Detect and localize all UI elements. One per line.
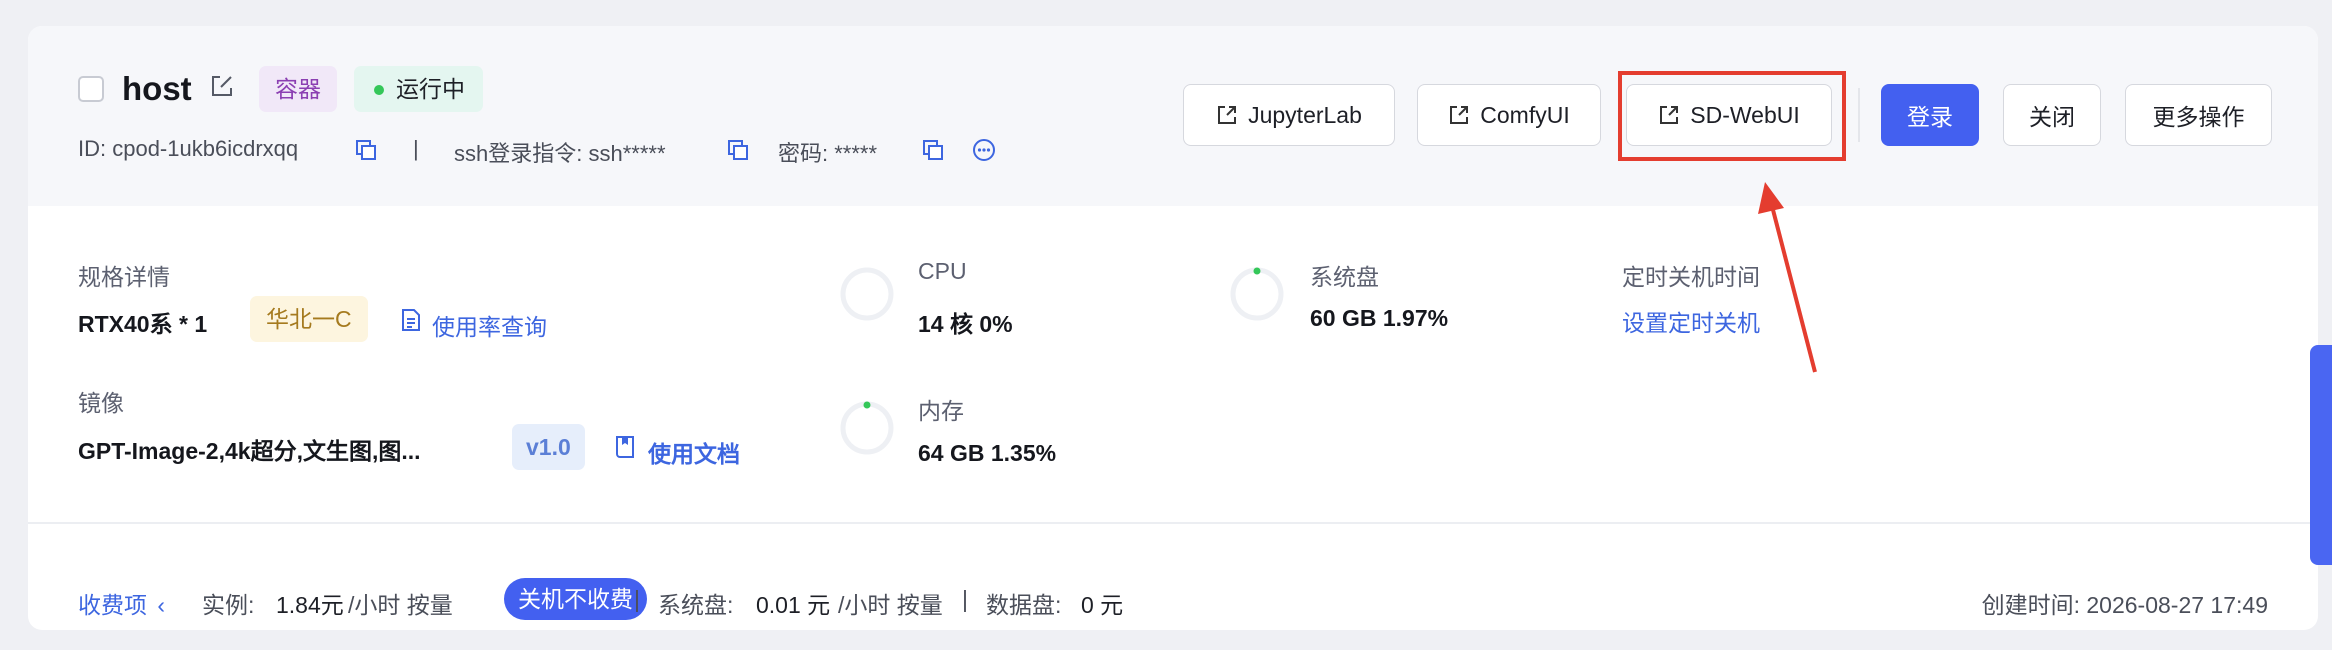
select-checkbox[interactable] <box>78 76 104 102</box>
external-link-icon <box>1450 106 1469 124</box>
more-actions-label: 更多操作 <box>2152 104 2245 130</box>
instance-name: host <box>122 70 192 107</box>
usage-query-link[interactable]: 使用率查询 <box>432 308 547 342</box>
status-dot <box>374 85 384 95</box>
login-button[interactable]: 登录 <box>1881 84 1979 146</box>
image-label: 镜像 <box>78 390 124 416</box>
billing-toggle[interactable]: 收费项 ‹ <box>78 586 165 620</box>
status-badge: 运行中 <box>354 66 483 112</box>
created-time: 创建时间: 2026-08-27 17:49 <box>1981 592 2268 618</box>
disk-usage-ring <box>1230 267 1284 321</box>
spec-label: 规格详情 <box>78 264 170 290</box>
footer-divider <box>28 522 2318 524</box>
toolbar-divider <box>1858 88 1860 142</box>
memory-value: 64 GB 1.35% <box>918 440 1057 466</box>
external-link-icon <box>1218 106 1237 124</box>
instance-price-label: 实例: <box>202 592 255 618</box>
meta-separator: | <box>413 136 419 161</box>
billing-separator-2: | <box>962 586 968 612</box>
shutdown-label: 定时关机时间 <box>1622 264 1760 290</box>
password: 密码: ***** <box>778 141 878 166</box>
image-value: GPT-Image-2,4k超分,文生图,图... <box>78 438 421 464</box>
data-disk-price-label: 数据盘: <box>986 592 1062 618</box>
book-icon <box>616 436 634 458</box>
instance-id: ID: cpod-1ukb6icdrxqq <box>78 136 299 161</box>
docs-link[interactable]: 使用文档 <box>648 435 740 469</box>
document-icon <box>402 309 420 331</box>
edit-icon[interactable] <box>208 72 236 100</box>
comfyui-button[interactable]: ComfyUI <box>1417 84 1601 146</box>
disk-price-label: 系统盘: <box>658 592 734 618</box>
chevron-left-icon: ‹ <box>157 592 166 618</box>
type-tag: 容器 <box>259 66 337 112</box>
region-tag: 华北一C <box>250 296 368 342</box>
memory-usage-ring <box>840 401 894 455</box>
disk-price: 0.01 元 <box>756 592 831 618</box>
instance-price: 1.84元 <box>276 592 344 618</box>
no-charge-when-off-badge: 关机不收费 <box>504 578 647 620</box>
copy-id-icon[interactable] <box>354 138 378 162</box>
cpu-usage-ring <box>840 267 894 321</box>
copy-password-icon[interactable] <box>921 138 945 162</box>
more-actions-button[interactable]: 更多操作 <box>2125 84 2272 146</box>
billing-separator-1: | <box>634 586 640 612</box>
image-version-tag: v1.0 <box>512 424 585 470</box>
spec-value: RTX40系 * 1 <box>78 311 208 337</box>
side-float-tab[interactable] <box>2310 345 2332 565</box>
cpu-label: CPU <box>918 258 967 284</box>
jupyterlab-button[interactable]: JupyterLab <box>1183 84 1395 146</box>
disk-price-unit: /小时 按量 <box>838 592 943 618</box>
memory-label: 内存 <box>918 398 964 424</box>
disk-label: 系统盘 <box>1310 264 1379 290</box>
cpu-value: 14 核 0% <box>918 311 1013 337</box>
set-shutdown-link[interactable]: 设置定时关机 <box>1622 304 1760 338</box>
login-label: 登录 <box>1907 104 1953 130</box>
instance-card: host 容器 运行中 ID: cpod-1ukb6icdrxqq | ssh登… <box>28 26 2318 630</box>
comfyui-label: ComfyUI <box>1480 101 1570 128</box>
close-label: 关闭 <box>2029 104 2075 130</box>
billing-toggle-label: 收费项 <box>78 592 147 618</box>
status-text: 运行中 <box>396 76 465 102</box>
more-info-icon[interactable] <box>972 138 996 162</box>
sdwebui-highlight-box <box>1618 71 1846 161</box>
ssh-command: ssh登录指令: ssh***** <box>454 141 666 166</box>
copy-ssh-icon[interactable] <box>726 138 750 162</box>
jupyterlab-label: JupyterLab <box>1248 101 1362 128</box>
disk-value: 60 GB 1.97% <box>1310 305 1449 331</box>
instance-header: host 容器 运行中 ID: cpod-1ukb6icdrxqq | ssh登… <box>28 26 2318 206</box>
data-disk-price: 0 元 <box>1081 592 1124 618</box>
close-button[interactable]: 关闭 <box>2003 84 2101 146</box>
instance-price-unit: /小时 按量 <box>348 592 453 618</box>
